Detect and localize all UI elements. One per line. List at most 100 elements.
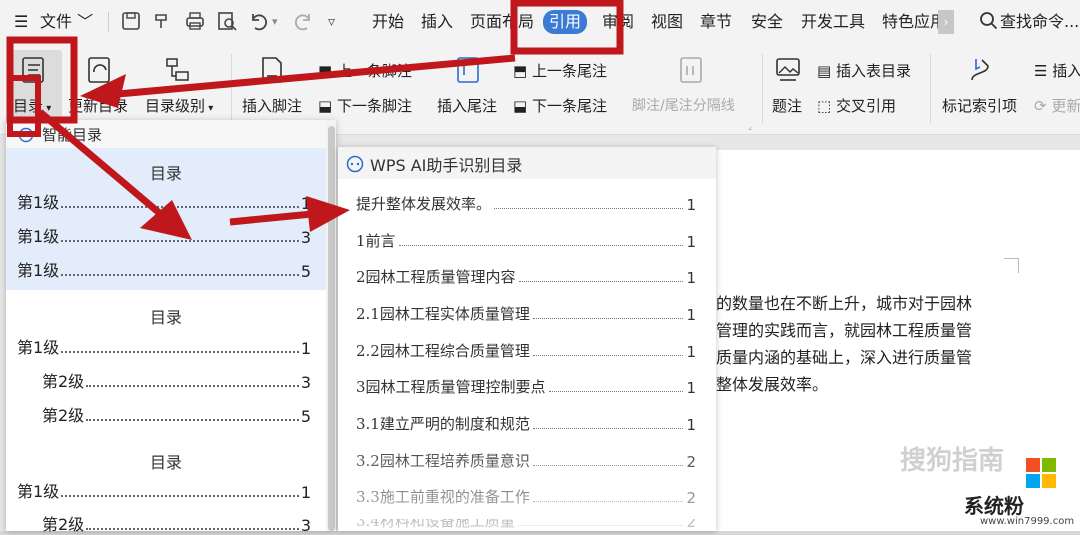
smart-toc-header: 智能目录 xyxy=(6,120,336,148)
next-endnote-icon: ⬓ xyxy=(513,97,532,115)
toc-sample-row: 第1级 5 xyxy=(17,261,311,281)
ai-assistant-icon xyxy=(346,155,364,173)
tab-review[interactable]: 审阅 xyxy=(602,0,634,44)
tab-featured[interactable]: 特色应用 xyxy=(882,0,938,44)
next-footnote-button[interactable]: ⬓ 下一条脚注 xyxy=(318,95,412,116)
scrollbar-thumb[interactable] xyxy=(328,126,335,531)
document-line: 整体发展效率。 xyxy=(716,375,829,394)
document-line: 管理的实践而言，就园林工程质量管 xyxy=(716,321,973,340)
separator-icon xyxy=(680,57,702,83)
document-line: 的数量也在不断上升，城市对于园林 xyxy=(716,294,973,313)
tab-security[interactable]: 安全 xyxy=(751,0,783,44)
toc-sample-row: 第2级 3 xyxy=(42,515,311,535)
file-menu[interactable]: 文件 ﹀ xyxy=(40,0,93,44)
ai-toc-row: 3.3施工前重视的准备工作 2 xyxy=(356,488,696,507)
toc-button-label: 目录 ▾ xyxy=(13,97,52,115)
ai-toc-title: WPS AI助手识别目录 xyxy=(370,156,523,175)
next-endnote-button[interactable]: ⬓ 下一条尾注 xyxy=(513,95,607,116)
undo-dropdown-icon[interactable]: ▾ xyxy=(272,0,278,44)
insert-index-button[interactable]: ☰ 插入 xyxy=(1034,60,1080,81)
ai-toc-panel[interactable]: WPS AI助手识别目录 提升整体发展效率。 1 1前言 1 2园林工程质量管理内容… xyxy=(338,147,716,531)
ai-toc-row: 2.1园林工程实体质量管理 1 xyxy=(356,305,696,324)
ai-toc-row: 3.2园林工程培养质量意识 2 xyxy=(356,452,696,471)
toc-icon xyxy=(22,57,44,83)
caption-icon xyxy=(776,58,800,81)
command-search[interactable]: 查找命令... xyxy=(1000,0,1080,44)
tab-home[interactable]: 开始 xyxy=(372,0,404,44)
windows-logo xyxy=(1026,458,1056,488)
toc-level-icon xyxy=(166,58,189,81)
print-icon[interactable] xyxy=(184,10,206,32)
update-toc-icon xyxy=(88,57,110,83)
undo-icon[interactable] xyxy=(248,10,270,32)
toc-sample-row: 第1级 1 xyxy=(17,482,311,502)
file-menu-label: 文件 xyxy=(40,12,73,31)
dialog-launcher-icon[interactable]: ⌟ xyxy=(748,122,752,131)
divider xyxy=(930,54,931,124)
smart-toc-label: 智能目录 xyxy=(42,126,103,144)
caption-button[interactable]: 题注 xyxy=(772,95,802,116)
hamburger-icon[interactable]: ☰ xyxy=(14,0,28,44)
page-corner-mark xyxy=(1004,258,1019,273)
ai-toc-row: 3.4材料和设备施工质量 2 xyxy=(356,519,696,531)
prev-footnote-icon: ⬒ xyxy=(318,62,337,80)
insert-endnote-icon xyxy=(457,57,479,83)
divider xyxy=(108,12,109,32)
ai-toc-row: 2.2园林工程综合质量管理 1 xyxy=(356,342,696,361)
update-index-button[interactable]: ⟳ 更新 xyxy=(1034,95,1080,116)
ai-toc-header: WPS AI助手识别目录 xyxy=(338,147,716,179)
divider xyxy=(762,54,763,124)
update-toc-button[interactable]: 更新目录 xyxy=(68,95,128,116)
document-line: 质量内涵的基础上，深入进行质量管 xyxy=(716,348,973,367)
tabs-scroll-right-icon[interactable]: › xyxy=(938,10,954,34)
tab-insert[interactable]: 插入 xyxy=(421,0,453,44)
ai-toc-row: 2园林工程质量管理内容 1 xyxy=(356,268,696,287)
brand-watermark: 系统粉 xyxy=(964,494,1024,518)
insert-footnote-icon xyxy=(262,57,282,83)
toc-level-button[interactable]: 目录级别 ▾ xyxy=(145,95,213,116)
divider xyxy=(231,54,232,124)
tab-layout[interactable]: 页面布局 xyxy=(470,0,534,44)
toc-sample-row: 第1级 1 xyxy=(17,338,311,358)
toc-block-title: 目录 xyxy=(149,308,182,327)
insert-footnote-button[interactable]: 插入脚注 xyxy=(242,95,302,116)
prev-endnote-button[interactable]: ⬒ 上一条尾注 xyxy=(513,60,607,81)
tab-view[interactable]: 视图 xyxy=(651,0,683,44)
toc-sample-row: 第1级 1 xyxy=(17,193,311,213)
tab-references[interactable]: 引用 xyxy=(543,10,588,34)
insert-index-icon: ☰ xyxy=(1034,62,1053,80)
save-icon[interactable] xyxy=(120,10,142,32)
cross-ref-icon: ⬚ xyxy=(817,97,836,115)
format-painter-icon[interactable] xyxy=(152,10,174,32)
sogou-watermark: 搜狗指南 xyxy=(900,446,1005,476)
table-toc-icon: ▤ xyxy=(817,62,836,80)
prev-endnote-icon: ⬒ xyxy=(513,62,532,80)
customize-chevron-icon[interactable]: ▿ xyxy=(328,0,335,44)
toc-block-title: 目录 xyxy=(149,453,182,472)
toc-sample-row: 第1级 3 xyxy=(17,227,311,247)
prev-footnote-button[interactable]: ⬒ 上一条脚注 xyxy=(318,60,412,81)
footnote-separator-button[interactable]: 脚注/尾注分隔线 xyxy=(632,95,735,115)
ai-icon xyxy=(18,127,34,143)
toc-dropdown-panel: 智能目录 目录 第1级 1 第1级 3 第1级 5 目录 第1级 1 第2级 3 第2级 5… xyxy=(6,120,336,535)
brand-url: www.win7999.com xyxy=(980,516,1075,527)
redo-icon[interactable] xyxy=(292,10,314,32)
ai-toc-row: 提升整体发展效率。 1 xyxy=(356,195,696,214)
search-icon[interactable] xyxy=(978,10,1000,32)
mark-index-icon xyxy=(971,59,989,81)
toc-block-title: 目录 xyxy=(149,164,182,183)
print-preview-icon[interactable] xyxy=(216,10,238,32)
mark-index-button[interactable]: 标记索引项 xyxy=(942,95,1017,116)
tab-chapter[interactable]: 章节 xyxy=(700,0,732,44)
next-footnote-icon: ⬓ xyxy=(318,97,337,115)
ai-toc-row: 3.1建立严明的制度和规范 1 xyxy=(356,415,696,434)
insert-endnote-button[interactable]: 插入尾注 xyxy=(437,95,497,116)
insert-table-toc-button[interactable]: ▤ 插入表目录 xyxy=(817,60,911,81)
menu-bar: ☰ 文件 ﹀ ▾ ▿ 开始 插入 页面布局 引用 审阅 视图 章节 安全 开发工… xyxy=(0,0,1080,44)
update-index-icon: ⟳ xyxy=(1034,97,1052,115)
cross-reference-button[interactable]: ⬚ 交叉引用 xyxy=(817,95,896,116)
ai-toc-row: 3园林工程质量管理控制要点 1 xyxy=(356,378,696,397)
tab-developer[interactable]: 开发工具 xyxy=(801,0,865,44)
toc-sample-row: 第2级 3 xyxy=(42,372,311,392)
toc-sample-row: 第2级 5 xyxy=(42,406,311,426)
